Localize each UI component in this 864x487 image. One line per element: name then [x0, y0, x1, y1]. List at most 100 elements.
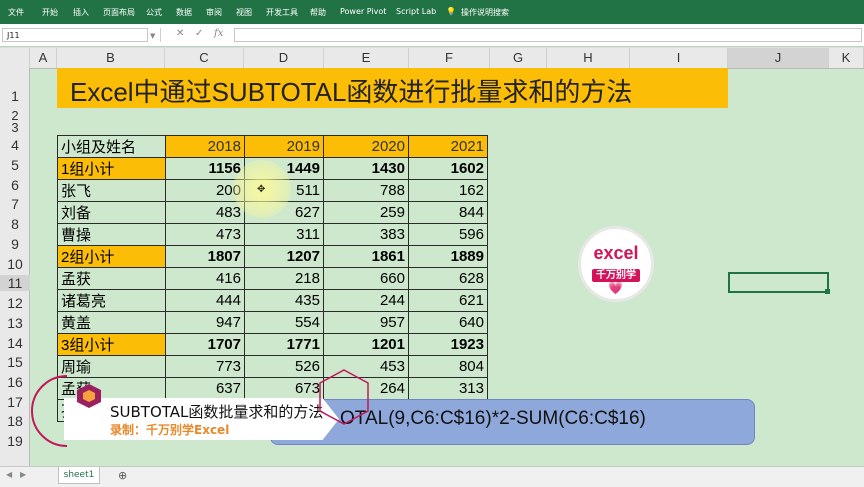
value-cell[interactable]: 162	[408, 179, 488, 202]
row-header[interactable]: 1	[0, 88, 30, 104]
name-cell[interactable]: 孟获	[57, 267, 166, 290]
column-header-k[interactable]: K	[829, 48, 864, 68]
row-header[interactable]: 5	[0, 157, 30, 173]
name-box[interactable]: J11	[2, 28, 148, 42]
column-header-a[interactable]: A	[30, 48, 57, 68]
row-header[interactable]: 18	[0, 413, 30, 429]
value-cell[interactable]: 473	[165, 223, 245, 246]
row-header[interactable]: 17	[0, 394, 30, 410]
value-cell[interactable]: 660	[323, 267, 409, 290]
cancel-icon[interactable]: ✕	[176, 28, 184, 39]
name-cell[interactable]: 周瑜	[57, 355, 166, 378]
enter-icon[interactable]: ✓	[195, 28, 203, 39]
table-header-cell[interactable]: 2020	[323, 135, 409, 158]
tab-home[interactable]: 开始	[42, 7, 58, 18]
value-cell[interactable]: 1602	[408, 157, 488, 180]
value-cell[interactable]: 383	[323, 223, 409, 246]
value-cell[interactable]: 1207	[244, 245, 324, 268]
sheet-nav-next-icon[interactable]: ▶	[20, 470, 26, 479]
value-cell[interactable]: 444	[165, 289, 245, 312]
value-cell[interactable]: 788	[323, 179, 409, 202]
name-cell[interactable]: 2组小计	[57, 245, 166, 268]
tab-insert[interactable]: 插入	[73, 7, 89, 18]
value-cell[interactable]: 1889	[408, 245, 488, 268]
value-cell[interactable]: 1923	[408, 333, 488, 356]
value-cell[interactable]: 313	[408, 377, 488, 400]
value-cell[interactable]: 311	[244, 223, 324, 246]
value-cell[interactable]: 483	[165, 201, 245, 224]
column-header-e[interactable]: E	[324, 48, 409, 68]
column-header-d[interactable]: D	[244, 48, 324, 68]
column-header-j[interactable]: J	[728, 48, 829, 68]
name-box-dropdown-icon[interactable]: ▼	[150, 32, 155, 40]
tab-file[interactable]: 文件	[8, 7, 24, 18]
row-header[interactable]: 19	[0, 433, 30, 449]
tab-power-pivot[interactable]: Power Pivot	[340, 7, 386, 16]
table-header-cell[interactable]: 2021	[408, 135, 488, 158]
value-cell[interactable]: 947	[165, 311, 245, 334]
tell-me-search[interactable]: 操作说明搜索	[461, 7, 509, 18]
tab-view[interactable]: 视图	[236, 7, 252, 18]
value-cell[interactable]: 526	[244, 355, 324, 378]
name-cell[interactable]: 曹操	[57, 223, 166, 246]
row-header[interactable]: 7	[0, 196, 30, 212]
tab-data[interactable]: 数据	[176, 7, 192, 18]
value-cell[interactable]: 628	[408, 267, 488, 290]
name-cell[interactable]: 张飞	[57, 179, 166, 202]
value-cell[interactable]: 218	[244, 267, 324, 290]
row-header[interactable]: 9	[0, 236, 30, 252]
value-cell[interactable]: 1771	[244, 333, 324, 356]
sheet-nav-prev-icon[interactable]: ◀	[6, 470, 12, 479]
fill-handle[interactable]	[825, 289, 830, 294]
value-cell[interactable]: 844	[408, 201, 488, 224]
value-cell[interactable]: 596	[408, 223, 488, 246]
name-cell[interactable]: 孟获	[57, 377, 166, 400]
table-header-cell[interactable]: 2019	[244, 135, 324, 158]
name-cell[interactable]: 3组小计	[57, 333, 166, 356]
name-cell[interactable]: 1组小计	[57, 157, 166, 180]
row-header[interactable]: 10	[0, 256, 30, 272]
value-cell[interactable]: 244	[323, 289, 409, 312]
row-header[interactable]: 8	[0, 216, 30, 232]
value-cell[interactable]: 637	[165, 377, 245, 400]
select-all-corner[interactable]	[0, 48, 30, 68]
formula-input[interactable]	[234, 28, 862, 42]
tab-review[interactable]: 审阅	[206, 7, 222, 18]
value-cell[interactable]: 435	[244, 289, 324, 312]
value-cell[interactable]: 1861	[323, 245, 409, 268]
value-cell[interactable]: 1430	[323, 157, 409, 180]
row-header[interactable]: 4	[0, 137, 30, 153]
sheet-title[interactable]: Excel中通过SUBTOTAL函数进行批量求和的方法	[70, 72, 632, 109]
value-cell[interactable]: 621	[408, 289, 488, 312]
value-cell[interactable]: 640	[408, 311, 488, 334]
value-cell[interactable]: 957	[323, 311, 409, 334]
tab-developer[interactable]: 开发工具	[266, 7, 298, 18]
name-cell[interactable]: 黄盖	[57, 311, 166, 334]
name-cell[interactable]: 刘备	[57, 201, 166, 224]
tab-page-layout[interactable]: 页面布局	[103, 7, 135, 18]
column-header-h[interactable]: H	[547, 48, 630, 68]
column-header-b[interactable]: B	[57, 48, 165, 68]
table-header-cell[interactable]: 2018	[165, 135, 245, 158]
active-cell-selection[interactable]	[728, 272, 829, 293]
column-header-g[interactable]: G	[490, 48, 547, 68]
row-header[interactable]: 16	[0, 374, 30, 390]
table-header-cell[interactable]: 小组及姓名	[57, 135, 166, 158]
value-cell[interactable]: 1156	[165, 157, 245, 180]
value-cell[interactable]: 804	[408, 355, 488, 378]
tab-formulas[interactable]: 公式	[146, 7, 162, 18]
value-cell[interactable]: 259	[323, 201, 409, 224]
row-header[interactable]: 6	[0, 177, 30, 193]
row-header[interactable]: 13	[0, 315, 30, 331]
value-cell[interactable]: 554	[244, 311, 324, 334]
row-header[interactable]: 15	[0, 354, 30, 370]
row-header-active[interactable]: 11	[0, 275, 30, 291]
row-header[interactable]: 12	[0, 295, 30, 311]
value-cell[interactable]: 1201	[323, 333, 409, 356]
column-header-c[interactable]: C	[165, 48, 244, 68]
add-sheet-icon[interactable]: ⊕	[118, 469, 127, 482]
sheet-tab[interactable]: sheet1	[58, 467, 100, 484]
value-cell[interactable]: 1707	[165, 333, 245, 356]
column-header-i[interactable]: I	[630, 48, 728, 68]
column-header-f[interactable]: F	[409, 48, 490, 68]
